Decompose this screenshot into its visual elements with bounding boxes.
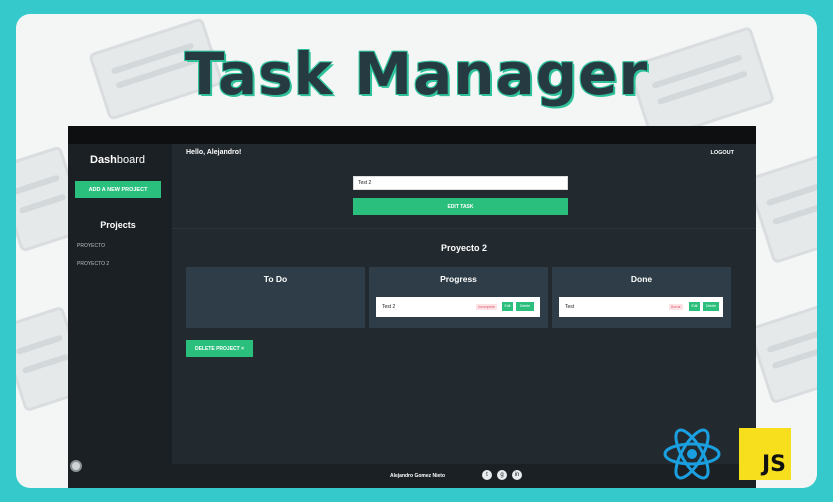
dashboard-brand: Dashboard: [90, 154, 145, 166]
delete-project-button[interactable]: DELETE PROJECT ×: [186, 340, 253, 357]
project-title: Proyecto 2: [440, 243, 488, 253]
task-card[interactable]: Test Borrar Edit Delete: [559, 297, 723, 317]
sidebar-item-proyecto-2[interactable]: PROYECTO 2: [77, 261, 109, 267]
task-name: Test: [565, 304, 575, 310]
github-icon[interactable]: g: [497, 470, 507, 480]
settings-icon[interactable]: [70, 460, 82, 472]
task-name: Test 2: [382, 304, 396, 310]
column-progress: Progress Test 2 Incomplete Edit Delete: [369, 267, 548, 328]
javascript-logo: JS: [739, 428, 791, 480]
twitter-icon[interactable]: t: [482, 470, 492, 480]
sidebar: Dashboard ADD A NEW PROJECT Projects PRO…: [68, 144, 172, 488]
logout-link[interactable]: LOGOUT: [710, 150, 734, 156]
status-badge[interactable]: Borrar: [669, 304, 683, 310]
banner-title: Task Manager: [184, 40, 649, 108]
add-project-button[interactable]: ADD A NEW PROJECT: [75, 181, 161, 198]
column-todo: To Do: [186, 267, 365, 328]
task-card[interactable]: Test 2 Incomplete Edit Delete: [376, 297, 540, 317]
react-logo-icon: [663, 428, 721, 480]
linkedin-icon[interactable]: in: [512, 470, 522, 480]
delete-task-button[interactable]: Delete: [516, 302, 534, 311]
column-done: Done Test Borrar Edit Delete: [552, 267, 731, 328]
brand-light: board: [116, 154, 146, 166]
column-title: To Do: [263, 274, 288, 284]
delete-task-button[interactable]: Delete: [703, 302, 719, 311]
edit-task-button[interactable]: EDIT TASK: [353, 198, 568, 215]
column-title: Progress: [440, 274, 477, 284]
window-topbar: [68, 126, 756, 144]
background-document-icon: [746, 153, 817, 265]
sidebar-item-proyecto[interactable]: PROYECTO: [77, 243, 105, 249]
background-document-icon: [747, 303, 817, 405]
divider: [172, 228, 756, 229]
column-title: Done: [630, 274, 653, 284]
status-badge[interactable]: Incomplete: [476, 304, 498, 310]
edit-task-mini-button[interactable]: Edit: [502, 302, 513, 311]
author-name: Alejandro Gomez Nieto: [390, 473, 446, 479]
greeting: Hello, Alejandro!: [186, 149, 242, 156]
edit-task-mini-button[interactable]: Edit: [689, 302, 700, 311]
brand-bold: Dash: [90, 154, 117, 166]
app-screenshot: Dashboard ADD A NEW PROJECT Projects PRO…: [68, 126, 756, 488]
projects-heading: Projects: [100, 220, 136, 230]
task-name-input[interactable]: [353, 176, 568, 190]
